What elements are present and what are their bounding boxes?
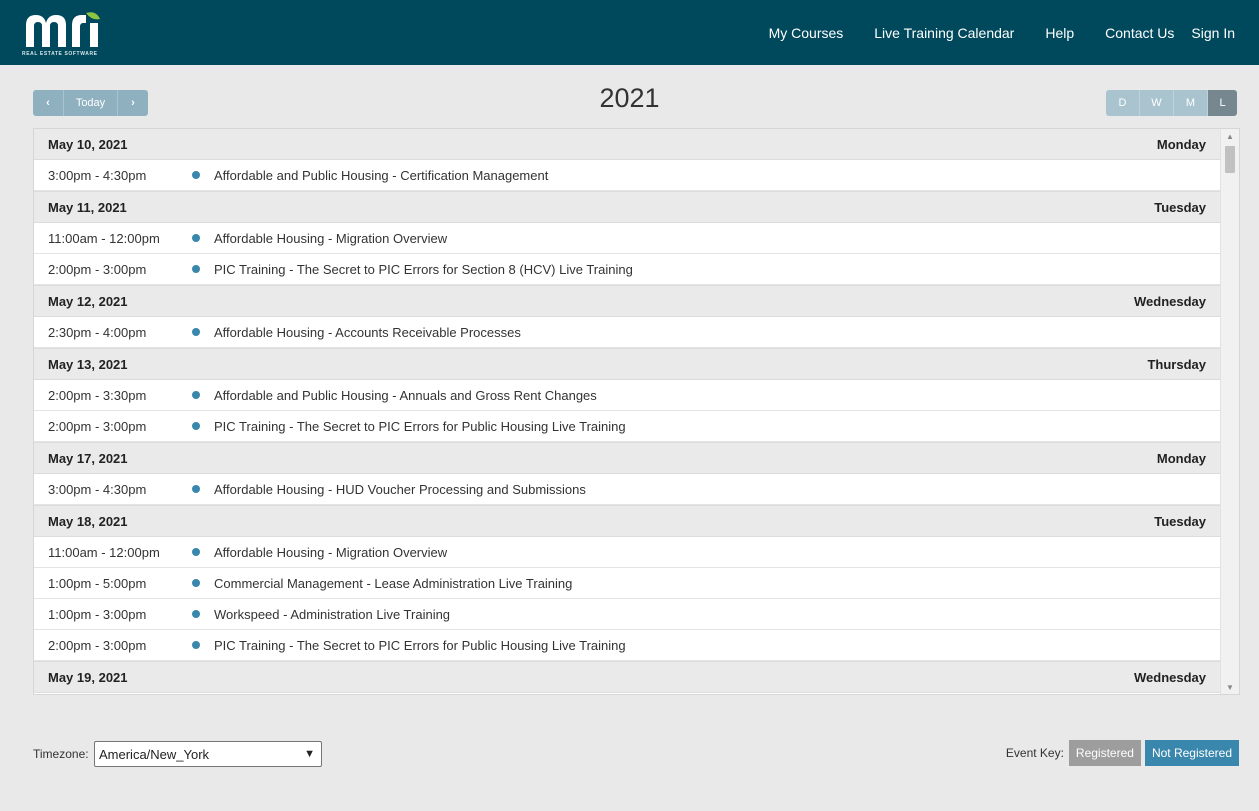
day-weekday: Wednesday — [1133, 293, 1206, 309]
scroll-thumb[interactable] — [1225, 146, 1235, 173]
calendar-toolbar: ‹ Today › 2021 D W M L — [6, 65, 1253, 128]
scroll-down-icon[interactable]: ▼ — [1221, 680, 1239, 694]
view-switcher: D W M L — [1106, 90, 1237, 116]
view-month-button[interactable]: M — [1174, 90, 1208, 116]
event-time: 1:00pm - 3:00pm — [48, 606, 147, 622]
mri-logo[interactable]: REAL ESTATE SOFTWARE — [22, 9, 104, 57]
event-title[interactable]: Affordable and Public Housing - Certific… — [214, 168, 548, 183]
logo-subtitle: REAL ESTATE SOFTWARE — [22, 50, 98, 57]
day-weekday: Tuesday — [1154, 513, 1206, 529]
event-row[interactable]: 1:00pm - 5:00pm Commercial Management - L… — [34, 568, 1220, 599]
nav-live-training-calendar[interactable]: Live Training Calendar — [874, 25, 1014, 41]
event-dot-icon — [192, 171, 200, 179]
event-list-panel: May 10, 2021 Monday 3:00pm - 4:30pm Afforda… — [33, 128, 1240, 695]
nav-contact-us[interactable]: Contact Us — [1105, 25, 1174, 41]
timezone-value: America/New_York — [99, 746, 210, 762]
day-weekday: Wednesday — [1133, 669, 1206, 685]
day-weekday: Tuesday — [1154, 199, 1206, 215]
day-date: May 10, 2021 — [48, 136, 128, 152]
event-time: 3:00pm - 4:30pm — [48, 167, 147, 183]
event-row[interactable]: 2:00pm - 3:00pm PIC Training - The Secret… — [34, 254, 1220, 285]
day-header: May 11, 2021 Tuesday — [34, 191, 1220, 223]
event-dot-icon — [192, 579, 200, 587]
event-title[interactable]: Affordable Housing - Migration Overview — [214, 231, 447, 246]
event-row[interactable]: 11:00am - 12:00pm Affordable Housing - Mi… — [34, 537, 1220, 568]
event-dot-icon — [192, 234, 200, 242]
event-dot-icon — [192, 548, 200, 556]
nav-sign-in[interactable]: Sign In — [1191, 25, 1235, 41]
event-row[interactable]: 3:00pm - 4:30pm Affordable Housing - HUD … — [34, 474, 1220, 505]
event-time: 11:00am - 12:00pm — [48, 230, 160, 246]
event-time: 2:30pm - 4:00pm — [48, 324, 147, 340]
event-time: 2:00pm - 3:30pm — [48, 387, 147, 403]
event-list: May 10, 2021 Monday 3:00pm - 4:30pm Afforda… — [34, 129, 1220, 693]
calendar-title: 2021 — [599, 83, 660, 113]
timezone-select[interactable]: America/New_York ▼ — [94, 741, 322, 767]
day-date: May 18, 2021 — [48, 513, 128, 529]
event-row[interactable]: 11:00am - 12:00pm Affordable Housing - Mi… — [34, 223, 1220, 254]
event-time: 3:00pm - 4:30pm — [48, 481, 147, 497]
main-nav: My Courses Live Training Calendar Help C… — [769, 25, 1235, 41]
day-header: May 19, 2021 Wednesday — [34, 661, 1220, 693]
event-time: 2:00pm - 3:00pm — [48, 418, 147, 434]
logo-mark — [22, 9, 104, 49]
event-key-label: Event Key: — [1005, 746, 1064, 760]
event-title[interactable]: Workspeed - Administration Live Training — [214, 607, 450, 622]
calendar-footer: Timezone: America/New_York ▼ Event Key: … — [6, 738, 1253, 768]
day-header: May 17, 2021 Monday — [34, 442, 1220, 474]
event-time: 11:00am - 12:00pm — [48, 544, 160, 560]
event-row[interactable]: 2:00pm - 3:00pm PIC Training - The Secret… — [34, 411, 1220, 442]
mri-logo-icon — [26, 11, 100, 47]
day-weekday: Thursday — [1147, 356, 1206, 372]
view-list-button[interactable]: L — [1208, 90, 1237, 116]
day-header: May 10, 2021 Monday — [34, 129, 1220, 160]
event-time: 1:00pm - 5:00pm — [48, 575, 147, 591]
event-dot-icon — [192, 422, 200, 430]
event-title[interactable]: PIC Training - The Secret to PIC Errors … — [214, 262, 633, 277]
event-title[interactable]: Affordable Housing - HUD Voucher Process… — [214, 482, 586, 497]
event-title[interactable]: PIC Training - The Secret to PIC Errors … — [214, 638, 626, 653]
list-scrollbar[interactable]: ▲ ▼ — [1220, 129, 1239, 694]
view-day-button[interactable]: D — [1106, 90, 1140, 116]
registered-badge: Registered — [1068, 740, 1141, 766]
event-row[interactable]: 3:00pm - 4:30pm Affordable and Public Hou… — [34, 160, 1220, 191]
day-header: May 12, 2021 Wednesday — [34, 285, 1220, 317]
day-weekday: Monday — [1156, 450, 1206, 466]
event-time: 2:00pm - 3:00pm — [48, 261, 147, 277]
day-date: May 12, 2021 — [48, 293, 128, 309]
day-date: May 17, 2021 — [48, 450, 128, 466]
day-header: May 18, 2021 Tuesday — [34, 505, 1220, 537]
event-time: 2:00pm - 3:00pm — [48, 637, 147, 653]
event-dot-icon — [192, 328, 200, 336]
event-row[interactable]: 1:00pm - 3:00pm Workspeed - Administratio… — [34, 599, 1220, 630]
event-key: Event Key: Registered Not Registered — [1006, 740, 1239, 766]
day-header: May 13, 2021 Thursday — [34, 348, 1220, 380]
day-date: May 11, 2021 — [48, 199, 127, 215]
scroll-up-icon[interactable]: ▲ — [1221, 129, 1239, 143]
view-week-button[interactable]: W — [1140, 90, 1174, 116]
calendar-main: ‹ Today › 2021 D W M L May 10, 2021 Monda… — [6, 65, 1253, 811]
event-dot-icon — [192, 610, 200, 618]
event-dot-icon — [192, 391, 200, 399]
nav-help[interactable]: Help — [1045, 25, 1074, 41]
event-title[interactable]: Affordable Housing - Accounts Receivable… — [214, 325, 521, 340]
day-weekday: Monday — [1156, 136, 1206, 152]
nav-my-courses[interactable]: My Courses — [769, 25, 844, 41]
event-row[interactable]: 2:00pm - 3:00pm PIC Training - The Secret… — [34, 630, 1220, 661]
not-registered-badge: Not Registered — [1144, 740, 1239, 766]
event-title[interactable]: PIC Training - The Secret to PIC Errors … — [214, 419, 626, 434]
event-dot-icon — [192, 641, 200, 649]
day-date: May 19, 2021 — [48, 669, 128, 685]
event-row[interactable]: 2:00pm - 3:30pm Affordable and Public Hou… — [34, 380, 1220, 411]
event-title[interactable]: Affordable Housing - Migration Overview — [214, 545, 447, 560]
event-title[interactable]: Affordable and Public Housing - Annuals … — [214, 388, 597, 403]
chevron-down-icon: ▼ — [304, 748, 315, 760]
day-date: May 13, 2021 — [48, 356, 128, 372]
event-dot-icon — [192, 485, 200, 493]
timezone-label: Timezone: — [33, 747, 89, 761]
event-row[interactable]: 2:30pm - 4:00pm Affordable Housing - Acco… — [34, 317, 1220, 348]
event-dot-icon — [192, 265, 200, 273]
event-title[interactable]: Commercial Management - Lease Administra… — [214, 576, 572, 591]
top-navigation-bar: REAL ESTATE SOFTWARE My Courses Live Tra… — [0, 0, 1259, 65]
